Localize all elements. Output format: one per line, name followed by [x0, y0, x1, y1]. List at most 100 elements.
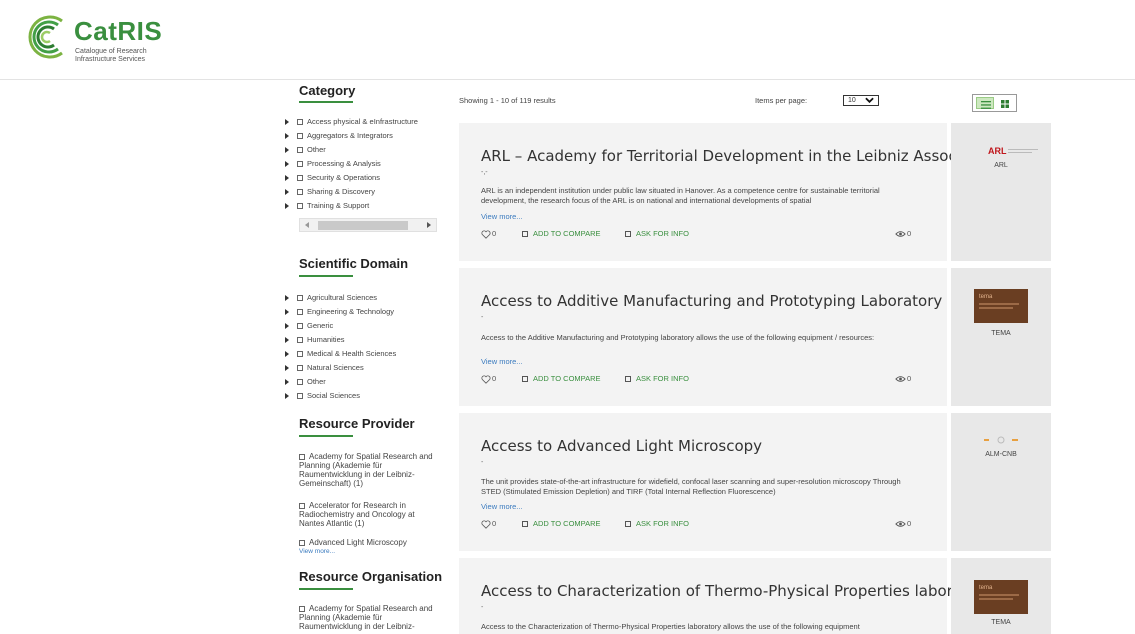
checkbox[interactable] — [297, 175, 303, 182]
result-title[interactable]: ARL – Academy for Territorial Developmen… — [481, 147, 999, 165]
organisation-item[interactable]: Academy for Spatial Research and Plannin… — [299, 604, 439, 631]
view-count: 0 — [907, 229, 912, 238]
expand-arrow-icon[interactable] — [285, 365, 289, 372]
expand-arrow-icon[interactable] — [285, 379, 289, 386]
like-button[interactable]: 0 — [481, 374, 496, 384]
result-view-more-link[interactable]: View more... — [481, 212, 523, 221]
expand-arrow-icon[interactable] — [285, 323, 289, 330]
grid-view-button[interactable] — [996, 97, 1014, 109]
compare-checkbox[interactable] — [522, 521, 528, 528]
ask-for-info-button[interactable]: ASK FOR INFO — [625, 229, 689, 238]
checkbox[interactable] — [299, 605, 305, 612]
checkbox[interactable] — [297, 119, 303, 126]
ask-for-info-button[interactable]: ASK FOR INFO — [625, 519, 689, 528]
alm-logo-mark — [984, 439, 989, 441]
scrollbar-thumb[interactable] — [318, 221, 408, 230]
checkbox[interactable] — [297, 323, 303, 330]
expand-arrow-icon[interactable] — [285, 161, 289, 168]
provider-item[interactable]: Advanced Light Microscopy — [299, 538, 439, 547]
category-item[interactable]: Training & Support — [285, 200, 369, 212]
domain-item[interactable]: Social Sciences — [285, 390, 360, 402]
catris-logo[interactable]: CatRIS Catalogue of Research Infrastruct… — [22, 12, 182, 68]
category-item[interactable]: Sharing & Discovery — [285, 186, 375, 198]
list-view-button[interactable] — [976, 97, 994, 109]
checkbox[interactable] — [297, 337, 303, 344]
items-per-page-select[interactable]: 10 — [843, 95, 879, 106]
scroll-right-arrow-icon[interactable] — [427, 222, 431, 228]
expand-arrow-icon[interactable] — [285, 203, 289, 210]
checkbox[interactable] — [299, 453, 305, 460]
category-item[interactable]: Aggregators & Integrators — [285, 130, 393, 142]
checkbox[interactable] — [299, 502, 305, 509]
expand-arrow-icon[interactable] — [285, 309, 289, 316]
ask-for-info-button[interactable]: ASK FOR INFO — [625, 374, 689, 383]
provider-item[interactable]: Accelerator for Research in Radiochemist… — [299, 501, 439, 528]
expand-arrow-icon[interactable] — [285, 295, 289, 302]
checkbox[interactable] — [297, 133, 303, 140]
category-item[interactable]: Processing & Analysis — [285, 158, 381, 170]
items-per-page-label: Items per page: — [755, 96, 808, 105]
domain-item[interactable]: Generic — [285, 320, 333, 332]
checkbox[interactable] — [297, 379, 303, 386]
arl-logo-text: ARL — [988, 146, 1007, 156]
domain-item[interactable]: Humanities — [285, 334, 345, 346]
tema-logo[interactable]: tema — [974, 580, 1028, 614]
category-horizontal-scrollbar[interactable] — [299, 218, 437, 232]
domain-item[interactable]: Medical & Health Sciences — [285, 348, 396, 360]
domain-label: Medical & Health Sciences — [307, 349, 397, 358]
views-counter: 0 — [895, 374, 911, 383]
provider-panel: tema TEMA — [951, 268, 1051, 406]
compare-checkbox[interactable] — [522, 231, 528, 238]
checkbox[interactable] — [297, 189, 303, 196]
checkbox[interactable] — [297, 295, 303, 302]
domain-item[interactable]: Natural Sciences — [285, 362, 364, 374]
domain-label: Other — [307, 377, 326, 386]
provider-label: Academy for Spatial Research and Plannin… — [299, 452, 433, 488]
category-item[interactable]: Access physical & eInfrastructure — [285, 116, 418, 128]
ask-checkbox[interactable] — [625, 521, 631, 528]
expand-arrow-icon[interactable] — [285, 337, 289, 344]
ask-checkbox[interactable] — [625, 376, 631, 383]
result-view-more-link[interactable]: View more... — [481, 502, 523, 511]
checkbox[interactable] — [297, 309, 303, 316]
alm-cnb-logo[interactable] — [983, 435, 1019, 445]
checkbox[interactable] — [297, 147, 303, 154]
checkbox[interactable] — [297, 393, 303, 400]
add-to-compare-button[interactable]: ADD TO COMPARE — [522, 374, 601, 383]
scroll-left-arrow-icon[interactable] — [305, 222, 309, 228]
provider-item[interactable]: Academy for Spatial Research and Plannin… — [299, 452, 439, 488]
expand-arrow-icon[interactable] — [285, 175, 289, 182]
expand-arrow-icon[interactable] — [285, 351, 289, 358]
like-button[interactable]: 0 — [481, 229, 496, 239]
expand-arrow-icon[interactable] — [285, 393, 289, 400]
checkbox[interactable] — [299, 539, 305, 546]
category-underline — [299, 101, 353, 103]
items-per-page-value: 10 — [848, 97, 856, 104]
category-label: Other — [307, 145, 326, 154]
domain-item[interactable]: Engineering & Technology — [285, 306, 394, 318]
checkbox[interactable] — [297, 351, 303, 358]
expand-arrow-icon[interactable] — [285, 189, 289, 196]
domain-item[interactable]: Agricultural Sciences — [285, 292, 377, 304]
checkbox[interactable] — [297, 203, 303, 210]
expand-arrow-icon[interactable] — [285, 133, 289, 140]
domain-item[interactable]: Other — [285, 376, 326, 388]
provider-view-more-link[interactable]: View more... — [299, 548, 335, 555]
result-view-more-link[interactable]: View more... — [481, 357, 523, 366]
result-title[interactable]: Access to Advanced Light Microscopy — [481, 437, 762, 455]
ask-checkbox[interactable] — [625, 231, 631, 238]
add-to-compare-button[interactable]: ADD TO COMPARE — [522, 519, 601, 528]
result-title[interactable]: Access to Characterization of Thermo-Phy… — [481, 582, 992, 600]
expand-arrow-icon[interactable] — [285, 147, 289, 154]
category-item[interactable]: Security & Operations — [285, 172, 380, 184]
checkbox[interactable] — [297, 365, 303, 372]
arl-logo[interactable]: ARL — [988, 146, 1040, 160]
tema-logo[interactable]: tema — [974, 289, 1028, 323]
like-button[interactable]: 0 — [481, 519, 496, 529]
expand-arrow-icon[interactable] — [285, 119, 289, 126]
add-to-compare-button[interactable]: ADD TO COMPARE — [522, 229, 601, 238]
result-title[interactable]: Access to Additive Manufacturing and Pro… — [481, 292, 942, 310]
category-item[interactable]: Other — [285, 144, 326, 156]
compare-checkbox[interactable] — [522, 376, 528, 383]
checkbox[interactable] — [297, 161, 303, 168]
